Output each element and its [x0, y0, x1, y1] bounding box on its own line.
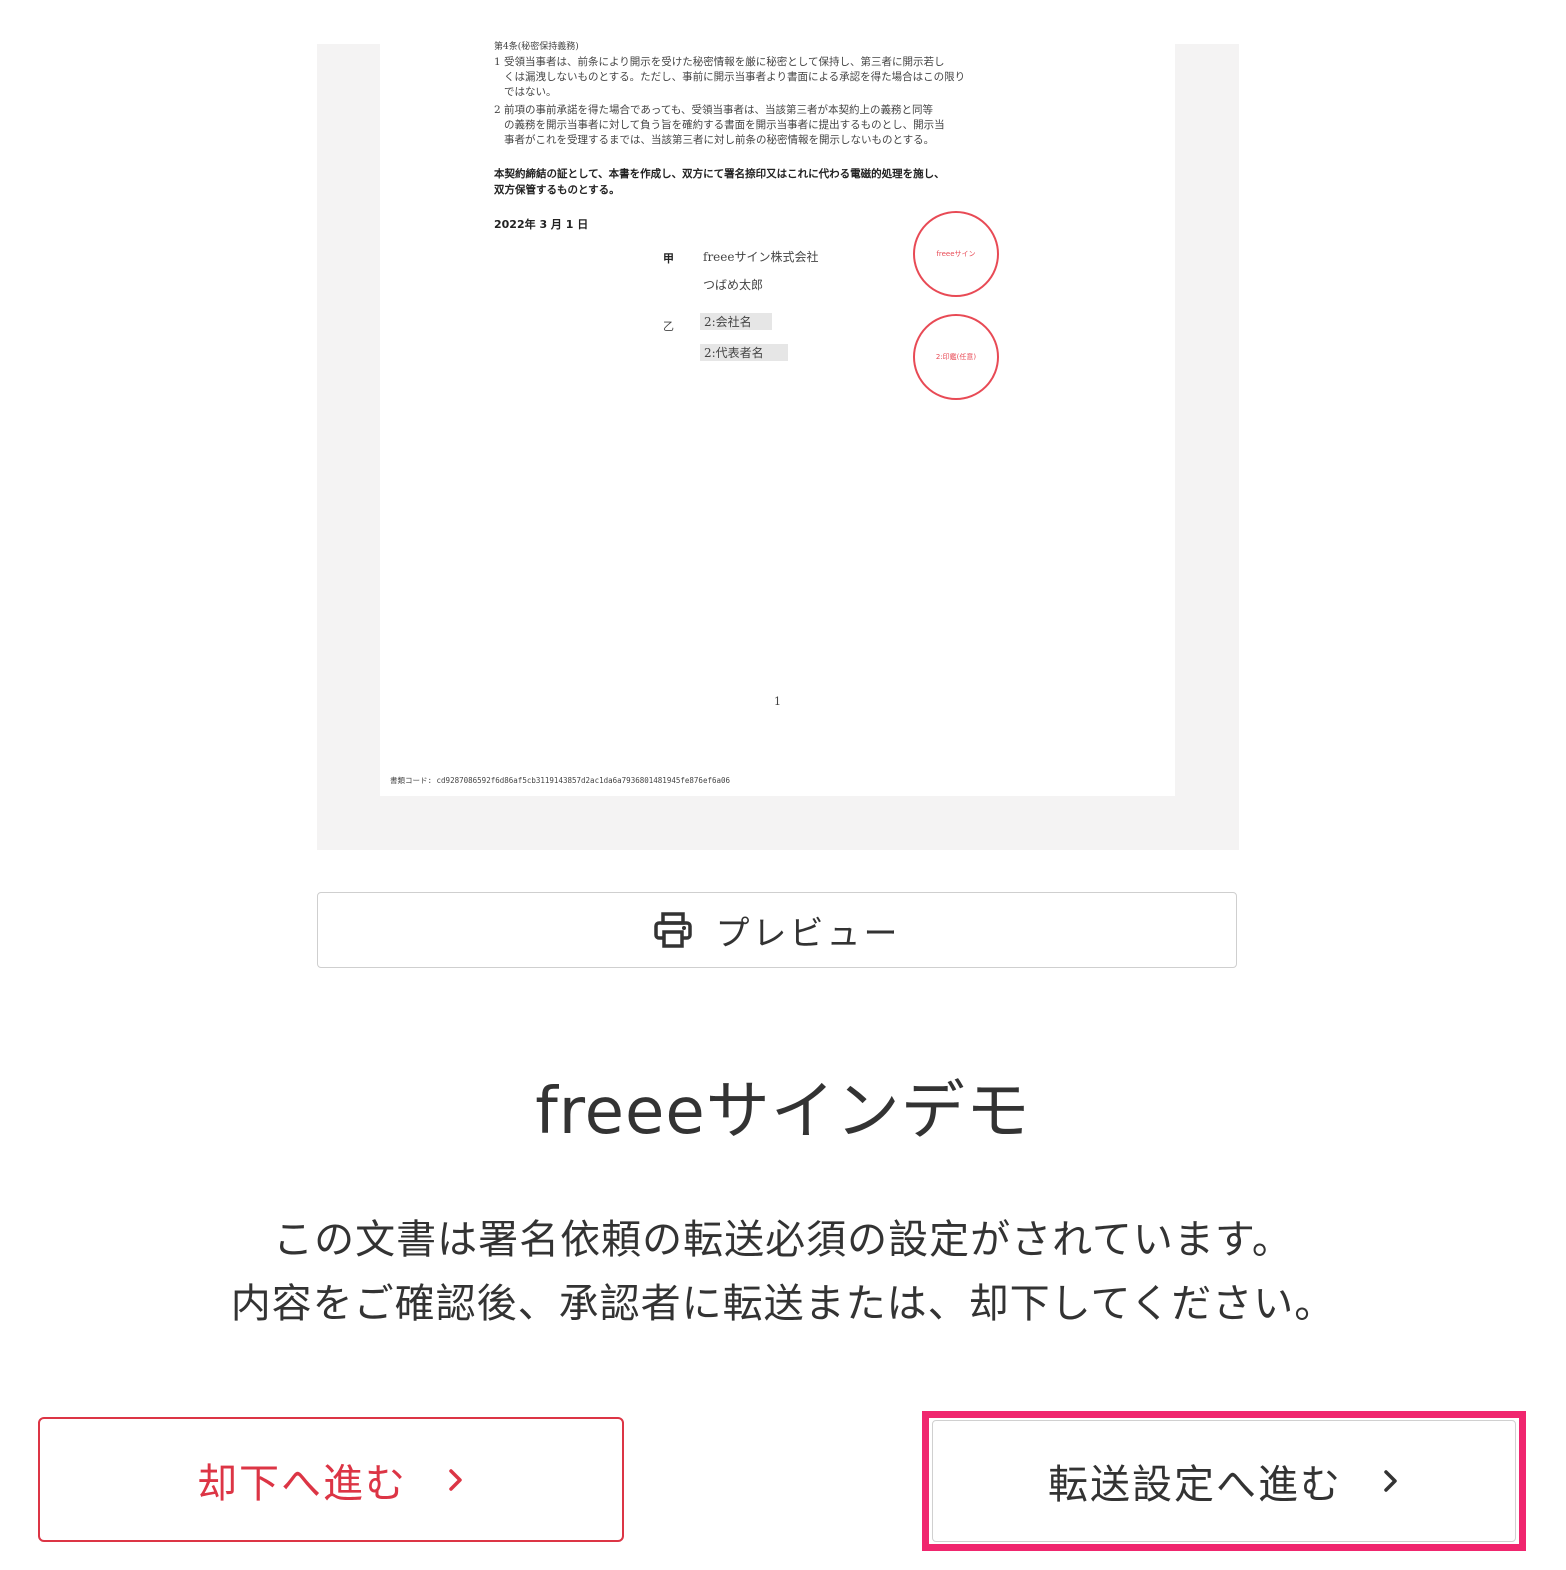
party-b-company-field: 2:会社名 — [700, 313, 772, 330]
document-code: 書類コード: cd9287086592f6d86af5cb3119143857d… — [390, 776, 731, 785]
chevron-right-icon — [447, 1465, 465, 1495]
clause-1-line-3: ではない。 — [504, 86, 557, 98]
instruction-line-2: 内容をご確認後、承認者に転送または、却下してください。 — [230, 1281, 1336, 1327]
app-title: freeeサインデモ — [535, 1075, 1031, 1149]
clause-1-line-2: くは漏洩しないものとする。ただし、事前に開示当事者より書面による承認を得た場合は… — [504, 71, 966, 83]
clause-2-line-1: 2 前項の事前承諾を得た場合であっても、受領当事者は、当該第三者が本契約上の義務… — [494, 104, 934, 116]
forward-label: 転送設定へ進む — [1048, 1462, 1342, 1508]
instruction-line-1: この文書は署名依頼の転送必須の設定がされています。 — [273, 1217, 1293, 1263]
contract-date: 2022年 3 月 1 日 — [494, 218, 589, 231]
preview-label: プレビュー — [715, 913, 901, 954]
preview-button[interactable]: プレビュー — [317, 892, 1237, 968]
chevron-right-icon — [1382, 1466, 1400, 1496]
clause-2-line-2: の義務を開示当事者に対して負う旨を確約する書面を開示当事者に提出するものとし、開… — [504, 119, 945, 131]
clause-2-line-3: 事者がこれを受理するまでは、当該第三者に対し前条の秘密情報を開示しないものとする… — [504, 134, 935, 146]
forward-settings-button[interactable]: 転送設定へ進む — [932, 1420, 1516, 1542]
party-a-person: つばめ太郎 — [703, 278, 764, 292]
document-page: 第4条(秘密保持義務) 1 受領当事者は、前条により開示を受けた秘密情報を厳に秘… — [380, 0, 1175, 796]
party-a-company: freeeサイン株式会社 — [703, 250, 819, 264]
clause-heading: 第4条(秘密保持義務) — [494, 42, 579, 52]
reject-button[interactable]: 却下へ進む — [38, 1417, 624, 1542]
clause-1-line-1: 1 受領当事者は、前条により開示を受けた秘密情報を厳に秘密として保持し、第三者に… — [494, 56, 945, 68]
party-b-person-field: 2:代表者名 — [700, 344, 788, 361]
reject-label: 却下へ進む — [197, 1460, 407, 1507]
party-a-stamp: freeeサイン — [913, 211, 999, 297]
instruction-message: この文書は署名依頼の転送必須の設定がされています。 内容をご確認後、承認者に転送… — [0, 1208, 1566, 1336]
party-b-label: 乙 — [663, 320, 674, 333]
party-a-label: 甲 — [663, 252, 674, 265]
closing-line-2: 双方保管するものとする。 — [494, 184, 620, 196]
printer-icon — [653, 912, 692, 948]
party-b-stamp: 2:印鑑(任意) — [913, 314, 999, 400]
page-number: 1 — [774, 695, 781, 708]
closing-line-1: 本契約締結の証として、本書を作成し、双方にて署名捺印又はこれに代わる電磁的処理を… — [494, 168, 945, 180]
